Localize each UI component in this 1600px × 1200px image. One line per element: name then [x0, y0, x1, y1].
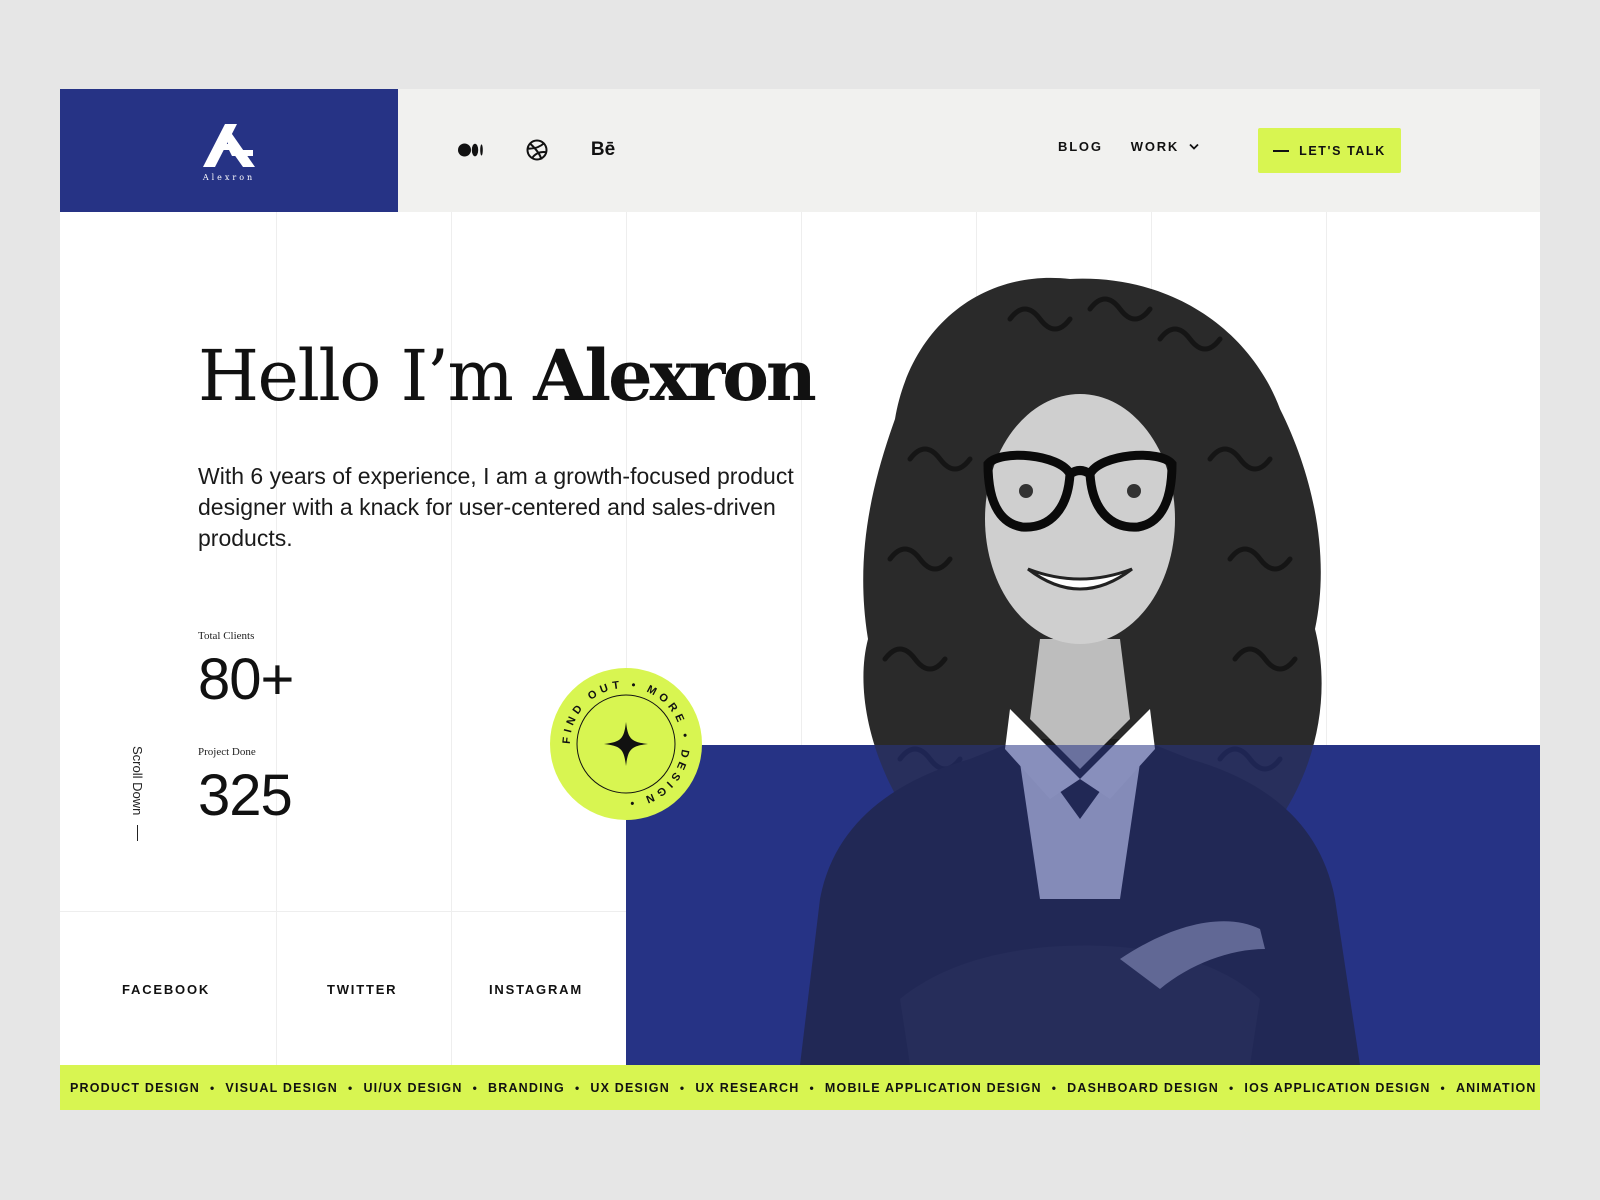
lets-talk-label: LET'S TALK — [1299, 143, 1386, 158]
stat-value-projects: 325 — [198, 763, 293, 828]
stat-value-clients: 80+ — [198, 647, 294, 712]
ticker-item-label: UI/UX DESIGN — [363, 1080, 463, 1095]
logo-mark-icon — [203, 123, 255, 167]
logo-text: Alexron — [202, 172, 256, 182]
bullet-separator-icon: • — [348, 1080, 354, 1095]
ticker-item-label: PRODUCT DESIGN — [70, 1080, 201, 1095]
scroll-down-indicator[interactable]: Scroll Down — [130, 746, 145, 842]
bullet-separator-icon: • — [574, 1080, 581, 1095]
ticker-item-label: UX RESEARCH — [695, 1080, 800, 1095]
find-out-more-badge[interactable]: FIND OUT • MORE • DESIGN • — [549, 667, 703, 821]
bullet-separator-icon: • — [472, 1080, 478, 1095]
nav-work[interactable]: WORK — [1131, 139, 1199, 154]
ticker-item: UI/UX DESIGN • — [363, 1081, 488, 1095]
services-ticker: PRODUCT DESIGN • VISUAL DESIGN • UI/UX DESIG… — [60, 1065, 1540, 1110]
bullet-separator-icon: • — [679, 1080, 686, 1095]
bullet-separator-icon: • — [210, 1080, 216, 1095]
chevron-down-icon — [1189, 143, 1199, 150]
ticker-item: VISUAL DESIGN • — [225, 1081, 363, 1095]
main-nav: BLOG WORK — [1058, 139, 1199, 154]
grid-line — [60, 911, 626, 912]
bullet-separator-icon: • — [809, 1080, 815, 1095]
logo[interactable]: Alexron — [60, 89, 398, 212]
page-frame: Alexron Bē BLOG WORK LET'S TALK Hello I’… — [60, 89, 1540, 1110]
stat-label-clients: Total Clients — [198, 630, 255, 642]
ticker-item-label: BRANDING — [487, 1080, 565, 1095]
scroll-down-label: Scroll Down — [130, 746, 145, 816]
hero-subtitle: With 6 years of experience, I am a growt… — [198, 463, 794, 551]
hero-title-name: Alexron — [533, 334, 817, 417]
dash-icon — [1273, 149, 1290, 152]
ticker-item-label: IOS APPLICATION DESIGN — [1244, 1080, 1431, 1095]
nav-blog-label: BLOG — [1058, 139, 1103, 154]
ticker-item-label: VISUAL DESIGN — [225, 1080, 339, 1095]
bullet-separator-icon: • — [1440, 1080, 1446, 1095]
nav-work-label: WORK — [1130, 139, 1180, 154]
ticker-item: MOBILE APPLICATION DESIGN • — [825, 1081, 1067, 1095]
ticker-item: UX DESIGN • — [590, 1081, 695, 1095]
ticker-item-label: UX DESIGN — [590, 1080, 670, 1095]
nav-blog[interactable]: BLOG — [1058, 139, 1103, 154]
ticker-item: IOS APPLICATION DESIGN • — [1244, 1081, 1456, 1095]
facebook-link[interactable]: FACEBOOK — [122, 982, 210, 997]
ticker-item-label: MOBILE APPLICATION DESIGN — [824, 1080, 1042, 1095]
ticker-item-label: ANIMATION — [1455, 1080, 1537, 1095]
ticker-item: UX RESEARCH • — [695, 1081, 825, 1095]
top-bar: Bē BLOG WORK LET'S TALK — [398, 89, 1540, 212]
lets-talk-button[interactable]: LET'S TALK — [1258, 128, 1401, 173]
instagram-link[interactable]: INSTAGRAM — [489, 982, 583, 997]
hero-title-greeting: Hello I’m — [198, 335, 514, 417]
dash-icon — [137, 825, 138, 842]
ticker-item-label: DASHBOARD DESIGN — [1067, 1080, 1219, 1095]
portrait-image — [760, 277, 1400, 1065]
ticker-item: BRANDING • — [488, 1081, 590, 1095]
dribbble-icon[interactable] — [524, 138, 550, 162]
social-icon-group: Bē — [458, 138, 616, 162]
behance-icon[interactable]: Bē — [590, 138, 616, 162]
twitter-link[interactable]: TWITTER — [327, 982, 397, 997]
hero-title: Hello I’m Alexron — [198, 341, 817, 412]
bullet-separator-icon: • — [1051, 1080, 1058, 1095]
ticker-item: PRODUCT DESIGN • — [70, 1081, 225, 1095]
ticker-item: ANIMATION• — [1456, 1081, 1540, 1095]
ticker-item: DASHBOARD DESIGN • — [1067, 1081, 1244, 1095]
stat-label-projects: Project Done — [198, 746, 256, 758]
bullet-separator-icon: • — [1229, 1080, 1235, 1095]
medium-icon[interactable] — [458, 138, 484, 162]
